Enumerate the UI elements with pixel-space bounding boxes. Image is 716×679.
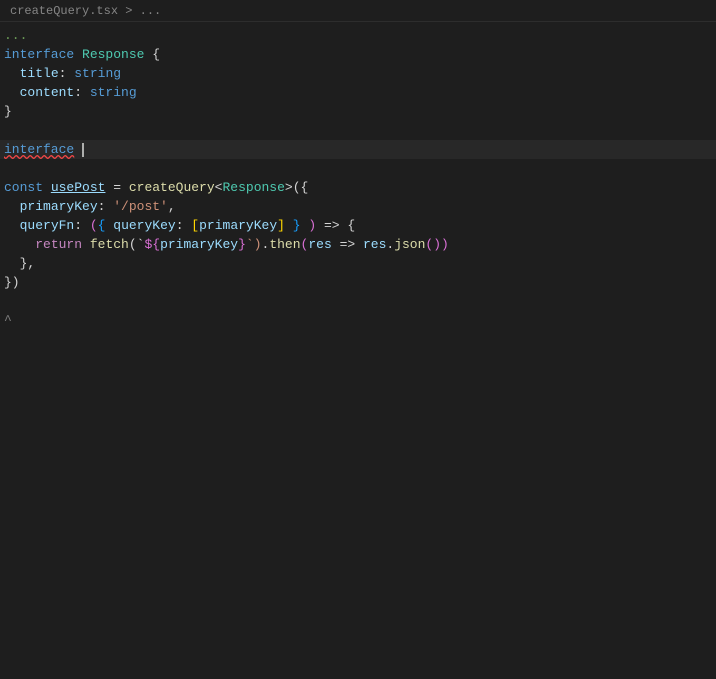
token: >({ xyxy=(285,180,308,195)
line-content: }, xyxy=(0,254,716,273)
token: { xyxy=(144,47,160,62)
line-content xyxy=(0,159,716,178)
token: res xyxy=(308,237,331,252)
code-line: interface Response { xyxy=(0,45,716,64)
code-line: const usePost = createQuery<Response>({ xyxy=(0,178,716,197)
token: primaryKey xyxy=(199,218,277,233)
token: => xyxy=(332,237,363,252)
line-content: const usePost = createQuery<Response>({ xyxy=(0,178,716,197)
token xyxy=(82,237,90,252)
line-content xyxy=(0,121,716,140)
line-content: ^ xyxy=(0,311,716,330)
line-content: }) xyxy=(0,273,716,292)
token: Response xyxy=(82,47,144,62)
token: ] xyxy=(277,218,285,233)
code-line: primaryKey: '/post', xyxy=(0,197,716,216)
code-line: return fetch(`${primaryKey}`).then(res =… xyxy=(0,235,716,254)
line-content: interface Response { xyxy=(0,45,716,64)
code-line: interface xyxy=(0,140,716,159)
token: fetch xyxy=(90,237,129,252)
code-line: queryFn: ({ queryKey: [primaryKey] } ) =… xyxy=(0,216,716,235)
code-line: title: string xyxy=(0,64,716,83)
editor-container: createQuery.tsx > ... ... interface Respo… xyxy=(0,0,716,679)
token: createQuery xyxy=(129,180,215,195)
code-line: content: string xyxy=(0,83,716,102)
token: [ xyxy=(191,218,199,233)
token: content xyxy=(20,85,75,100)
token xyxy=(4,66,20,81)
code-line: ... xyxy=(0,26,716,45)
breadcrumb: createQuery.tsx > ... xyxy=(0,0,716,22)
code-line: ^ xyxy=(0,311,716,330)
token xyxy=(74,47,82,62)
token: } xyxy=(293,218,301,233)
token xyxy=(74,142,82,157)
token xyxy=(4,199,20,214)
line-content: return fetch(`${primaryKey}`).then(res =… xyxy=(0,235,716,254)
token: ^ xyxy=(4,313,12,328)
token xyxy=(4,218,20,233)
token: title xyxy=(20,66,59,81)
token: = xyxy=(105,180,128,195)
token: (` xyxy=(129,237,145,252)
token: } xyxy=(238,237,246,252)
token: }, xyxy=(4,256,35,271)
line-content: } xyxy=(0,102,716,121)
line-content: queryFn: ({ queryKey: [primaryKey] } ) =… xyxy=(0,216,716,235)
line-content: ... xyxy=(0,26,716,45)
token xyxy=(43,180,51,195)
token: usePost xyxy=(51,180,106,195)
token: => { xyxy=(316,218,355,233)
token: string xyxy=(74,66,121,81)
code-line xyxy=(0,292,716,311)
text-cursor xyxy=(82,143,84,157)
line-content xyxy=(0,292,716,311)
token: }) xyxy=(4,275,20,290)
token: interface xyxy=(4,142,74,157)
breadcrumb-text: createQuery.tsx > ... xyxy=(10,4,161,18)
token: json xyxy=(394,237,425,252)
token: ( xyxy=(90,218,98,233)
token: : xyxy=(59,66,75,81)
code-area[interactable]: ... interface Response { title: string co… xyxy=(0,22,716,334)
token xyxy=(285,218,293,233)
token: return xyxy=(35,237,82,252)
line-content: content: string xyxy=(0,83,716,102)
code-line: }) xyxy=(0,273,716,292)
token: , xyxy=(168,199,176,214)
token: Response xyxy=(222,180,284,195)
token: '/post' xyxy=(113,199,168,214)
token: queryFn xyxy=(20,218,75,233)
token: () xyxy=(425,237,441,252)
token: `) xyxy=(246,237,262,252)
token: ... xyxy=(4,28,27,43)
token: : xyxy=(74,218,90,233)
token: queryKey xyxy=(113,218,175,233)
token: : xyxy=(98,199,114,214)
token: } xyxy=(4,104,12,119)
token: then xyxy=(269,237,300,252)
token: const xyxy=(4,180,43,195)
code-line xyxy=(0,159,716,178)
token: primaryKey xyxy=(160,237,238,252)
token: : xyxy=(176,218,192,233)
token: ) xyxy=(441,237,449,252)
line-content: title: string xyxy=(0,64,716,83)
token xyxy=(4,85,20,100)
code-line: } xyxy=(0,102,716,121)
line-content: interface xyxy=(0,140,716,159)
token: : xyxy=(74,85,90,100)
code-line: }, xyxy=(0,254,716,273)
token xyxy=(4,237,35,252)
token: interface xyxy=(4,47,74,62)
code-line xyxy=(0,121,716,140)
token: ) xyxy=(301,218,317,233)
token: ${ xyxy=(144,237,160,252)
line-content: primaryKey: '/post', xyxy=(0,197,716,216)
token: res xyxy=(363,237,386,252)
token: primaryKey xyxy=(20,199,98,214)
token: string xyxy=(90,85,137,100)
